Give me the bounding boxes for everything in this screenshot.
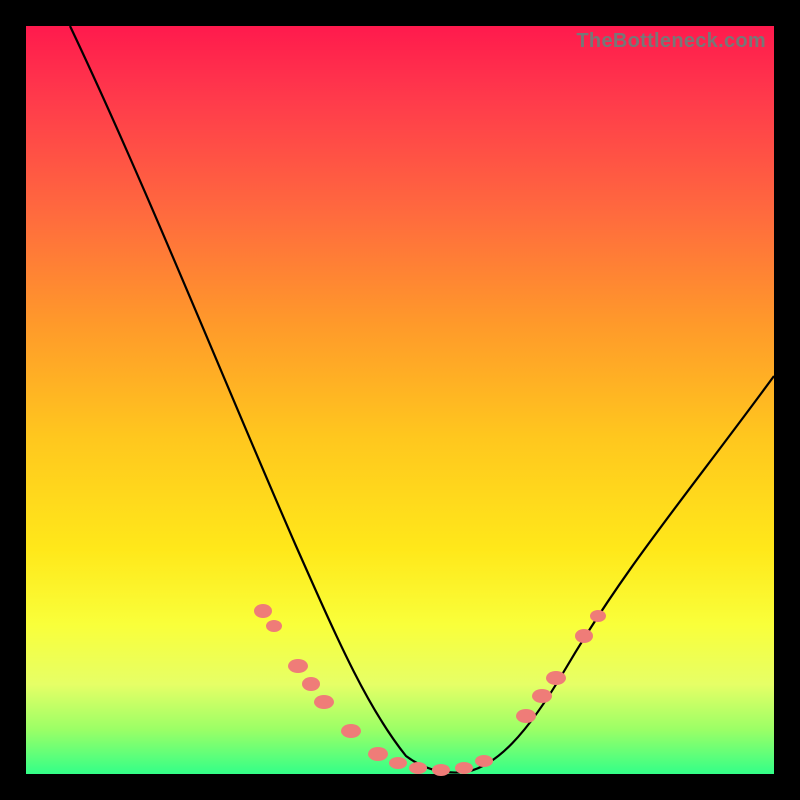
chart-frame: TheBottleneck.com [0,0,800,800]
bottleneck-curve [70,26,774,773]
chart-svg [26,26,774,774]
chart-plot-area: TheBottleneck.com [26,26,774,774]
